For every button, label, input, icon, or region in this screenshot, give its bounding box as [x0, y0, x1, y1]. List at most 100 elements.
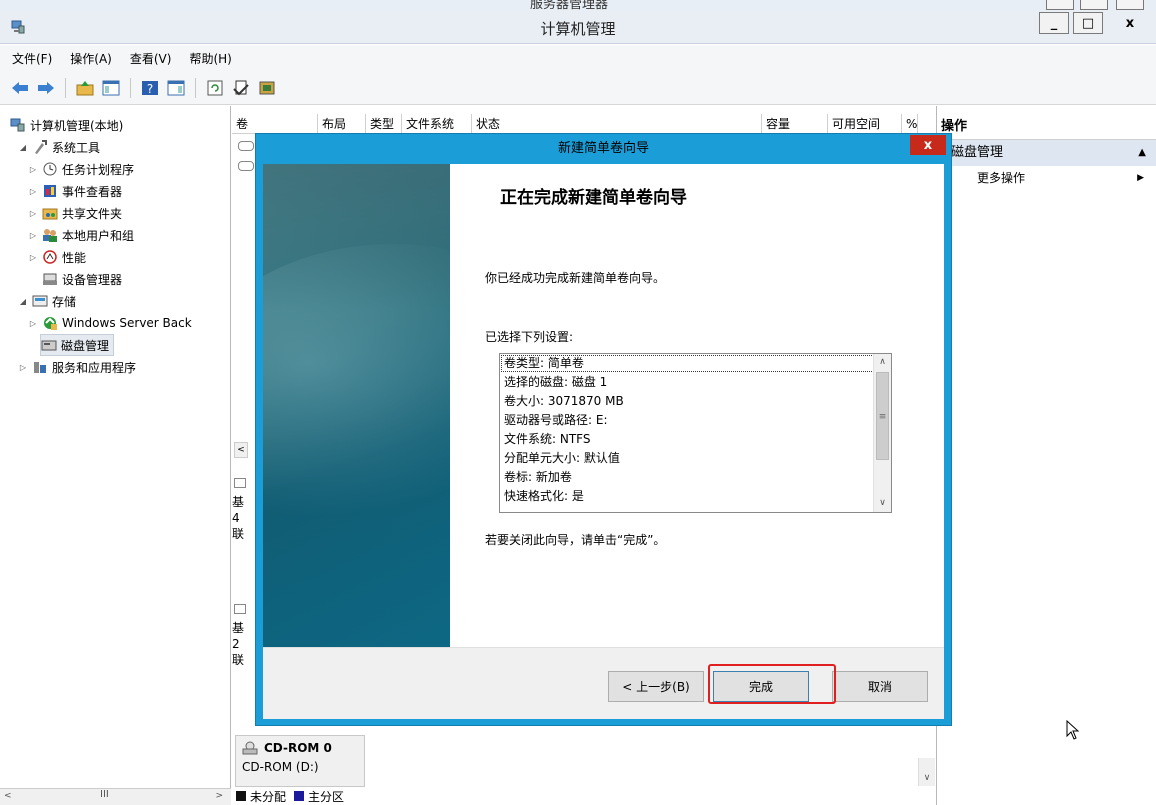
collapse-up-icon[interactable]: ▲: [1138, 140, 1146, 166]
menu-action[interactable]: 操作(A): [70, 50, 112, 67]
settings-row: 文件系统: NTFS: [504, 432, 591, 446]
settings-row: 选择的磁盘: 磁盘 1: [504, 375, 608, 389]
scroll-right-arrow-icon[interactable]: >: [215, 791, 223, 801]
close-button[interactable]: x: [1107, 12, 1153, 34]
disk-management-icon: [41, 337, 57, 353]
legend-primary-swatch: [294, 791, 305, 801]
action-more-actions[interactable]: 更多操作 ▶: [937, 166, 1156, 190]
expand-arrow-icon[interactable]: ▷: [28, 209, 38, 218]
tree-label: 性能: [62, 250, 87, 265]
column-type[interactable]: 类型: [366, 114, 402, 134]
back-button[interactable]: < 上一步(B): [608, 671, 704, 702]
properties-icon[interactable]: [231, 78, 251, 98]
actions-pane: 操作 磁盘管理 ▲ 更多操作 ▶: [936, 106, 1156, 805]
event-viewer-icon: [42, 183, 58, 199]
wizard-heading: 正在完成新建简单卷向导: [500, 188, 687, 208]
column-status[interactable]: 状态: [472, 114, 762, 134]
cdrom-label[interactable]: CD-ROM 0 CD-ROM (D:): [235, 735, 365, 787]
column-percent[interactable]: %: [902, 114, 918, 134]
show-hide-action-pane-icon[interactable]: [166, 78, 186, 98]
scroll-left-arrow-icon[interactable]: <: [234, 442, 248, 458]
volume-row-icon: [238, 141, 254, 151]
background-window-titlebar: 服务器管理器: [0, 0, 1156, 10]
maximize-button[interactable]: □: [1073, 12, 1103, 34]
column-filesystem[interactable]: 文件系统: [402, 114, 472, 134]
wizard-banner-image: [263, 164, 450, 647]
background-close-button[interactable]: [1116, 0, 1144, 10]
tree-item-system-tools[interactable]: ◢ 系统工具: [18, 136, 100, 158]
clock-icon: [42, 161, 58, 177]
menu-file[interactable]: 文件(F): [12, 50, 52, 67]
menu-bar: 文件(F) 操作(A) 查看(V) 帮助(H): [0, 45, 1156, 71]
forward-arrow-icon[interactable]: [36, 78, 56, 98]
tree-item-computer-management[interactable]: 计算机管理(本地): [10, 114, 123, 136]
services-icon: [32, 359, 48, 375]
legend-primary-label: 主分区: [308, 789, 345, 804]
column-capacity[interactable]: 容量: [762, 114, 828, 134]
actions-section-disk-management[interactable]: 磁盘管理 ▲: [937, 140, 1156, 166]
toolbar-separator: [130, 77, 131, 98]
collapse-arrow-icon[interactable]: ◢: [18, 143, 28, 152]
collapse-arrow-icon[interactable]: ◢: [18, 297, 28, 306]
help-icon[interactable]: ?: [140, 78, 160, 98]
legend-unallocated-swatch: [236, 791, 246, 801]
tree-label: 系统工具: [52, 140, 101, 155]
tree-item-services-apps[interactable]: ▷ 服务和应用程序: [18, 356, 136, 378]
expand-arrow-icon[interactable]: ▷: [28, 253, 38, 262]
expand-arrow-icon[interactable]: ▷: [28, 187, 38, 196]
tree-item-local-users[interactable]: ▷ 本地用户和组: [28, 224, 134, 246]
new-simple-volume-wizard: 新建简单卷向导 x 正在完成新建简单卷向导 你已经成功完成新建简单卷向导。 已选…: [255, 133, 952, 726]
tree-label: 本地用户和组: [62, 228, 135, 243]
cdrom-drive-icon: [242, 740, 258, 756]
column-free-space[interactable]: 可用空间: [828, 114, 902, 134]
settings-summary-listbox[interactable]: 卷类型: 简单卷 选择的磁盘: 磁盘 1 卷大小: 3071870 MB 驱动器…: [499, 353, 892, 513]
tree-horizontal-scrollbar[interactable]: < III >: [0, 788, 231, 805]
disk-settings-icon[interactable]: [257, 78, 277, 98]
scroll-thumb[interactable]: ≡: [876, 372, 889, 460]
back-arrow-icon[interactable]: [10, 78, 30, 98]
tree-item-performance[interactable]: ▷ 性能: [28, 246, 86, 268]
expand-arrow-icon[interactable]: ▷: [18, 363, 28, 372]
tree-item-device-manager[interactable]: 设备管理器: [42, 268, 122, 290]
show-hide-tree-icon[interactable]: [101, 78, 121, 98]
column-volume[interactable]: 卷: [232, 114, 318, 134]
settings-row: 卷类型: 简单卷: [500, 354, 891, 373]
background-minimize-button[interactable]: [1046, 0, 1074, 10]
scroll-down-arrow-icon[interactable]: ∨: [918, 758, 935, 786]
menu-help[interactable]: 帮助(H): [189, 50, 231, 67]
background-maximize-button[interactable]: [1080, 0, 1108, 10]
scroll-up-arrow-icon[interactable]: ∧: [874, 354, 891, 371]
legend-unallocated-label: 未分配: [250, 789, 287, 804]
menu-view[interactable]: 查看(V): [130, 50, 172, 67]
tree-item-storage[interactable]: ◢ 存储: [18, 290, 76, 312]
column-layout[interactable]: 布局: [318, 114, 366, 134]
wizard-settings-label: 已选择下列设置:: [485, 330, 574, 344]
expand-arrow-icon[interactable]: ▷: [28, 165, 38, 174]
wizard-success-text: 你已经成功完成新建简单卷向导。: [485, 271, 666, 285]
console-tree: 计算机管理(本地) ◢ 系统工具 ▷ 任务计划程序 ▷ 事件查看器 ▷ 共享文件…: [0, 106, 231, 805]
tree-label: 磁盘管理: [61, 338, 110, 353]
tree-item-windows-server-backup[interactable]: ▷ Windows Server Back: [28, 312, 192, 334]
scroll-down-arrow-icon[interactable]: ∨: [874, 495, 891, 512]
tools-icon: [32, 139, 48, 155]
cancel-button[interactable]: 取消: [832, 671, 928, 702]
refresh-icon[interactable]: [205, 78, 225, 98]
tree-item-task-scheduler[interactable]: ▷ 任务计划程序: [28, 158, 134, 180]
disk-2-partial-label: 基 2 联: [232, 602, 246, 668]
tree-item-disk-management[interactable]: 磁盘管理: [40, 334, 115, 356]
tree-item-shared-folders[interactable]: ▷ 共享文件夹: [28, 202, 122, 224]
minimize-button[interactable]: _: [1039, 12, 1069, 34]
tree-label: 共享文件夹: [62, 206, 123, 221]
tree-item-event-viewer[interactable]: ▷ 事件查看器: [28, 180, 122, 202]
up-folder-icon[interactable]: [75, 78, 95, 98]
backup-icon: [42, 315, 58, 331]
background-window-title: 服务器管理器: [530, 0, 609, 10]
settings-vertical-scrollbar[interactable]: ∧ ≡ ∨: [873, 354, 891, 512]
expand-arrow-icon[interactable]: ▷: [28, 231, 38, 240]
scroll-thumb[interactable]: III: [100, 789, 109, 800]
expand-arrow-icon[interactable]: ▷: [28, 319, 38, 328]
dialog-close-button[interactable]: x: [910, 135, 946, 155]
disk-1-partial-label: 基 4 联: [232, 476, 246, 542]
tree-label: Windows Server Back: [62, 316, 192, 330]
scroll-left-arrow-icon[interactable]: <: [4, 791, 12, 801]
